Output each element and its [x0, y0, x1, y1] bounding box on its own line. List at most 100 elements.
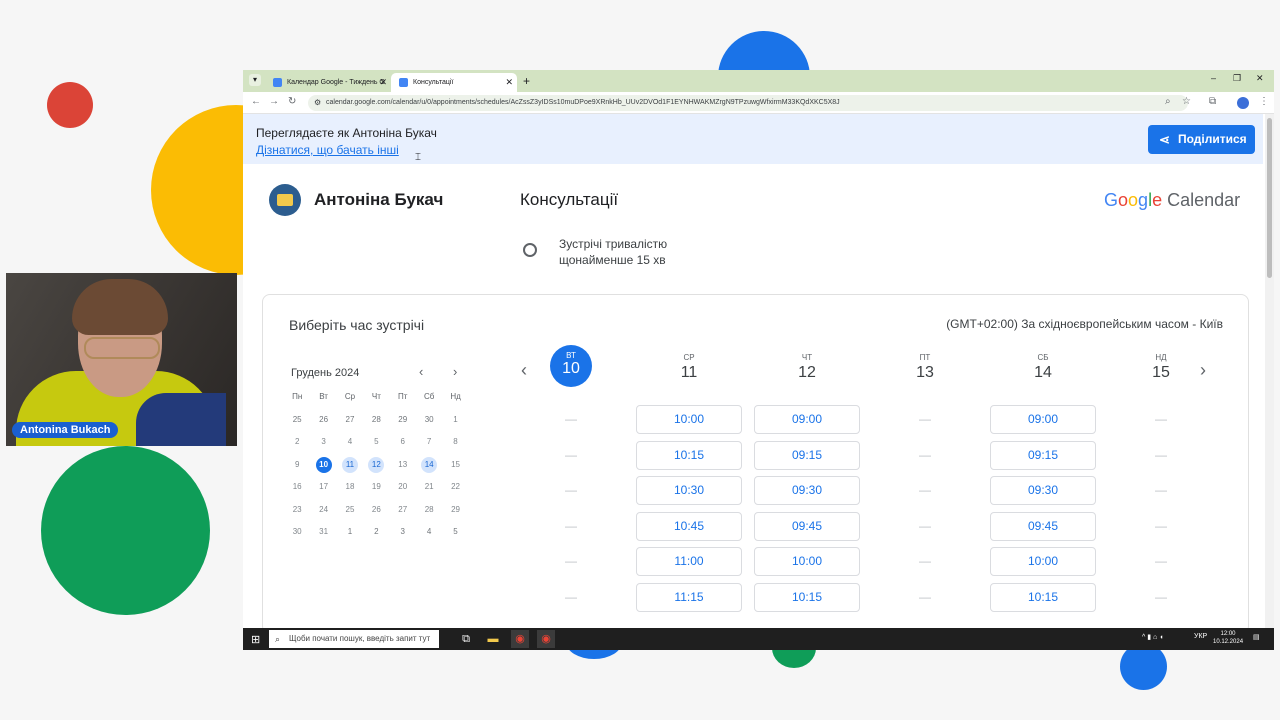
browser-window: ▾ Календар Google - Тиждень О ✕ Консульт… [243, 70, 1274, 650]
week-day-header[interactable]: НД 15 [1108, 353, 1214, 382]
back-button[interactable]: ← [251, 96, 261, 107]
day-name: ЧТ [801, 353, 813, 362]
mini-calendar-day[interactable]: 14 [416, 456, 442, 480]
language-indicator[interactable]: УКР [1194, 633, 1207, 640]
time-slot-button[interactable]: 09:00 [990, 405, 1096, 434]
mini-calendar-week: 16 17 18 19 20 21 22 [284, 479, 469, 502]
url-field[interactable]: ⚙ calendar.google.com/calendar/u/0/appoi… [308, 95, 1188, 111]
timezone-selector[interactable]: (GMT+02:00) За східноєвропейським часом … [946, 317, 1223, 331]
day-name: ПТ [919, 353, 931, 362]
mini-calendar-day: 20 [398, 482, 408, 491]
time-slot-button[interactable]: 09:15 [754, 440, 860, 470]
tab-title: Календар Google - Тиждень О [287, 79, 385, 86]
file-explorer-icon[interactable]: ▬ [484, 630, 502, 648]
taskbar-search-input[interactable]: ⌕ Щоби почати пошук, введіть запит тут [269, 630, 439, 648]
mini-calendar-day: 15 [451, 459, 460, 469]
no-slot-marker: — [919, 518, 931, 533]
mini-calendar-day: 2 [374, 527, 379, 536]
week-day-header[interactable]: ПТ 13 [872, 353, 978, 382]
time-slot-button[interactable]: 10:00 [754, 547, 860, 576]
zoom-icon[interactable]: ⌕ [1165, 96, 1171, 107]
chrome-icon[interactable]: ◉ [511, 630, 529, 648]
mini-calendar-day: 9 [294, 459, 300, 469]
time-slot-button[interactable]: 10:45 [636, 511, 742, 541]
share-button[interactable]: ⋖ Поділитися [1148, 125, 1255, 154]
day-date: 10 [562, 360, 580, 377]
time-slot-button[interactable]: 10:15 [636, 440, 742, 470]
tab-close-icon[interactable]: ✕ [505, 73, 513, 92]
mini-calendar-day[interactable]: 12 [363, 456, 389, 480]
bookmark-star-icon[interactable]: ☆ [1182, 96, 1191, 107]
mini-calendar-day: 26 [371, 504, 381, 514]
time-slot-button[interactable]: 09:15 [990, 440, 1096, 470]
time-slot-button[interactable]: 09:45 [754, 511, 860, 541]
no-slot-marker: — [565, 554, 577, 568]
time-slot-button[interactable]: 09:30 [754, 476, 860, 505]
tab-title: Консультації [413, 79, 454, 86]
weekday-label: Вт [319, 392, 328, 401]
week-day-header[interactable]: СБ 14 [990, 353, 1096, 382]
tab-consultations[interactable]: Консультації ✕ [391, 73, 517, 92]
scrollbar-thumb[interactable] [1267, 118, 1272, 278]
week-day-header[interactable]: ВТ 10 [518, 345, 624, 387]
time-slot-button[interactable]: 10:15 [754, 582, 860, 612]
tray-icons[interactable]: ^ ▮ ⌂ ◖ [1142, 633, 1163, 641]
weekday-label: Пн [292, 392, 303, 401]
time-slot-button[interactable]: 09:00 [754, 405, 860, 434]
mini-calendar-day: 21 [424, 482, 434, 491]
site-info-icon[interactable]: ⚙ [314, 95, 321, 111]
page-scrollbar[interactable] [1265, 114, 1274, 628]
menu-icon[interactable]: ⋮ [1259, 96, 1269, 107]
tab-close-icon[interactable]: ✕ [379, 73, 387, 92]
time-slot-button[interactable]: 10:30 [636, 476, 742, 505]
week-day-header[interactable]: ЧТ 12 [754, 353, 860, 382]
chrome-window-icon[interactable]: ◉ [537, 630, 555, 648]
time-slot-button[interactable]: 10:15 [990, 582, 1096, 612]
profile-avatar[interactable] [1237, 97, 1249, 109]
mini-calendar-prev-icon[interactable]: ‹ [419, 364, 423, 379]
time-slot-button[interactable]: 10:00 [990, 547, 1096, 576]
time-slot-button[interactable]: 11:00 [636, 547, 742, 576]
mini-calendar-day: 28 [371, 414, 381, 424]
time-slot-button[interactable]: 09:30 [990, 476, 1096, 505]
day-date: 15 [1152, 364, 1170, 381]
time-slot-button[interactable]: 09:45 [990, 511, 1096, 541]
mini-calendar-next-icon[interactable]: › [453, 364, 457, 379]
day-slots-column: — — — — — — [518, 405, 624, 618]
taskbar-search-placeholder: Щоби почати пошук, введіть запит тут [289, 634, 431, 643]
no-slot-marker: — [565, 447, 577, 462]
reload-button[interactable]: ↻ [288, 96, 296, 107]
notifications-icon[interactable]: ▤ [1253, 633, 1260, 641]
extensions-icon[interactable]: ⧉ [1209, 96, 1216, 107]
task-view-icon[interactable]: ⧉ [457, 630, 475, 648]
mini-calendar-week: 23 24 25 26 27 28 29 [284, 502, 469, 525]
forward-button[interactable]: → [269, 96, 279, 107]
minimize-button[interactable]: – [1211, 73, 1216, 83]
taskbar-date: 10.12.2024 [1213, 639, 1244, 645]
time-slot-button[interactable]: 10:00 [636, 405, 742, 434]
week-day-header[interactable]: СР 11 [636, 353, 742, 382]
weekday-label: Нд [450, 392, 461, 401]
host-name: Антоніна Букач [314, 190, 444, 209]
day-name: СР [683, 353, 695, 362]
windows-start-icon[interactable]: ⊞ [251, 633, 260, 646]
see-what-others-see-link[interactable]: Дізнатися, що бачать інші [256, 143, 399, 157]
close-window-button[interactable]: ✕ [1256, 73, 1264, 84]
tab-search-icon[interactable]: ▾ [249, 74, 261, 86]
day-slots-column: — — — — — — [1108, 405, 1214, 618]
windows-taskbar: ⊞ ⌕ Щоби почати пошук, введіть запит тут… [243, 628, 1274, 650]
taskbar-clock[interactable]: 12:00 10.12.2024 [1213, 630, 1243, 646]
mini-calendar-day: 19 [371, 482, 381, 491]
no-slot-marker: — [919, 447, 931, 462]
weekday-label: Пт [398, 392, 408, 401]
mini-calendar-day[interactable]: 10 [310, 456, 336, 480]
new-tab-button[interactable]: + [523, 73, 530, 89]
tab-google-calendar[interactable]: Календар Google - Тиждень О ✕ [265, 73, 391, 92]
day-slots-column: 09:00 09:15 09:30 09:45 10:00 10:15 [754, 405, 860, 618]
mini-calendar-week: 30 31 1 2 3 4 5 [284, 524, 469, 547]
mini-calendar-day[interactable]: 11 [337, 456, 363, 480]
no-slot-marker: — [1155, 447, 1167, 462]
time-slot-button[interactable]: 11:15 [636, 582, 742, 612]
maximize-button[interactable]: ❐ [1233, 73, 1241, 84]
presenter-glasses [84, 337, 160, 359]
